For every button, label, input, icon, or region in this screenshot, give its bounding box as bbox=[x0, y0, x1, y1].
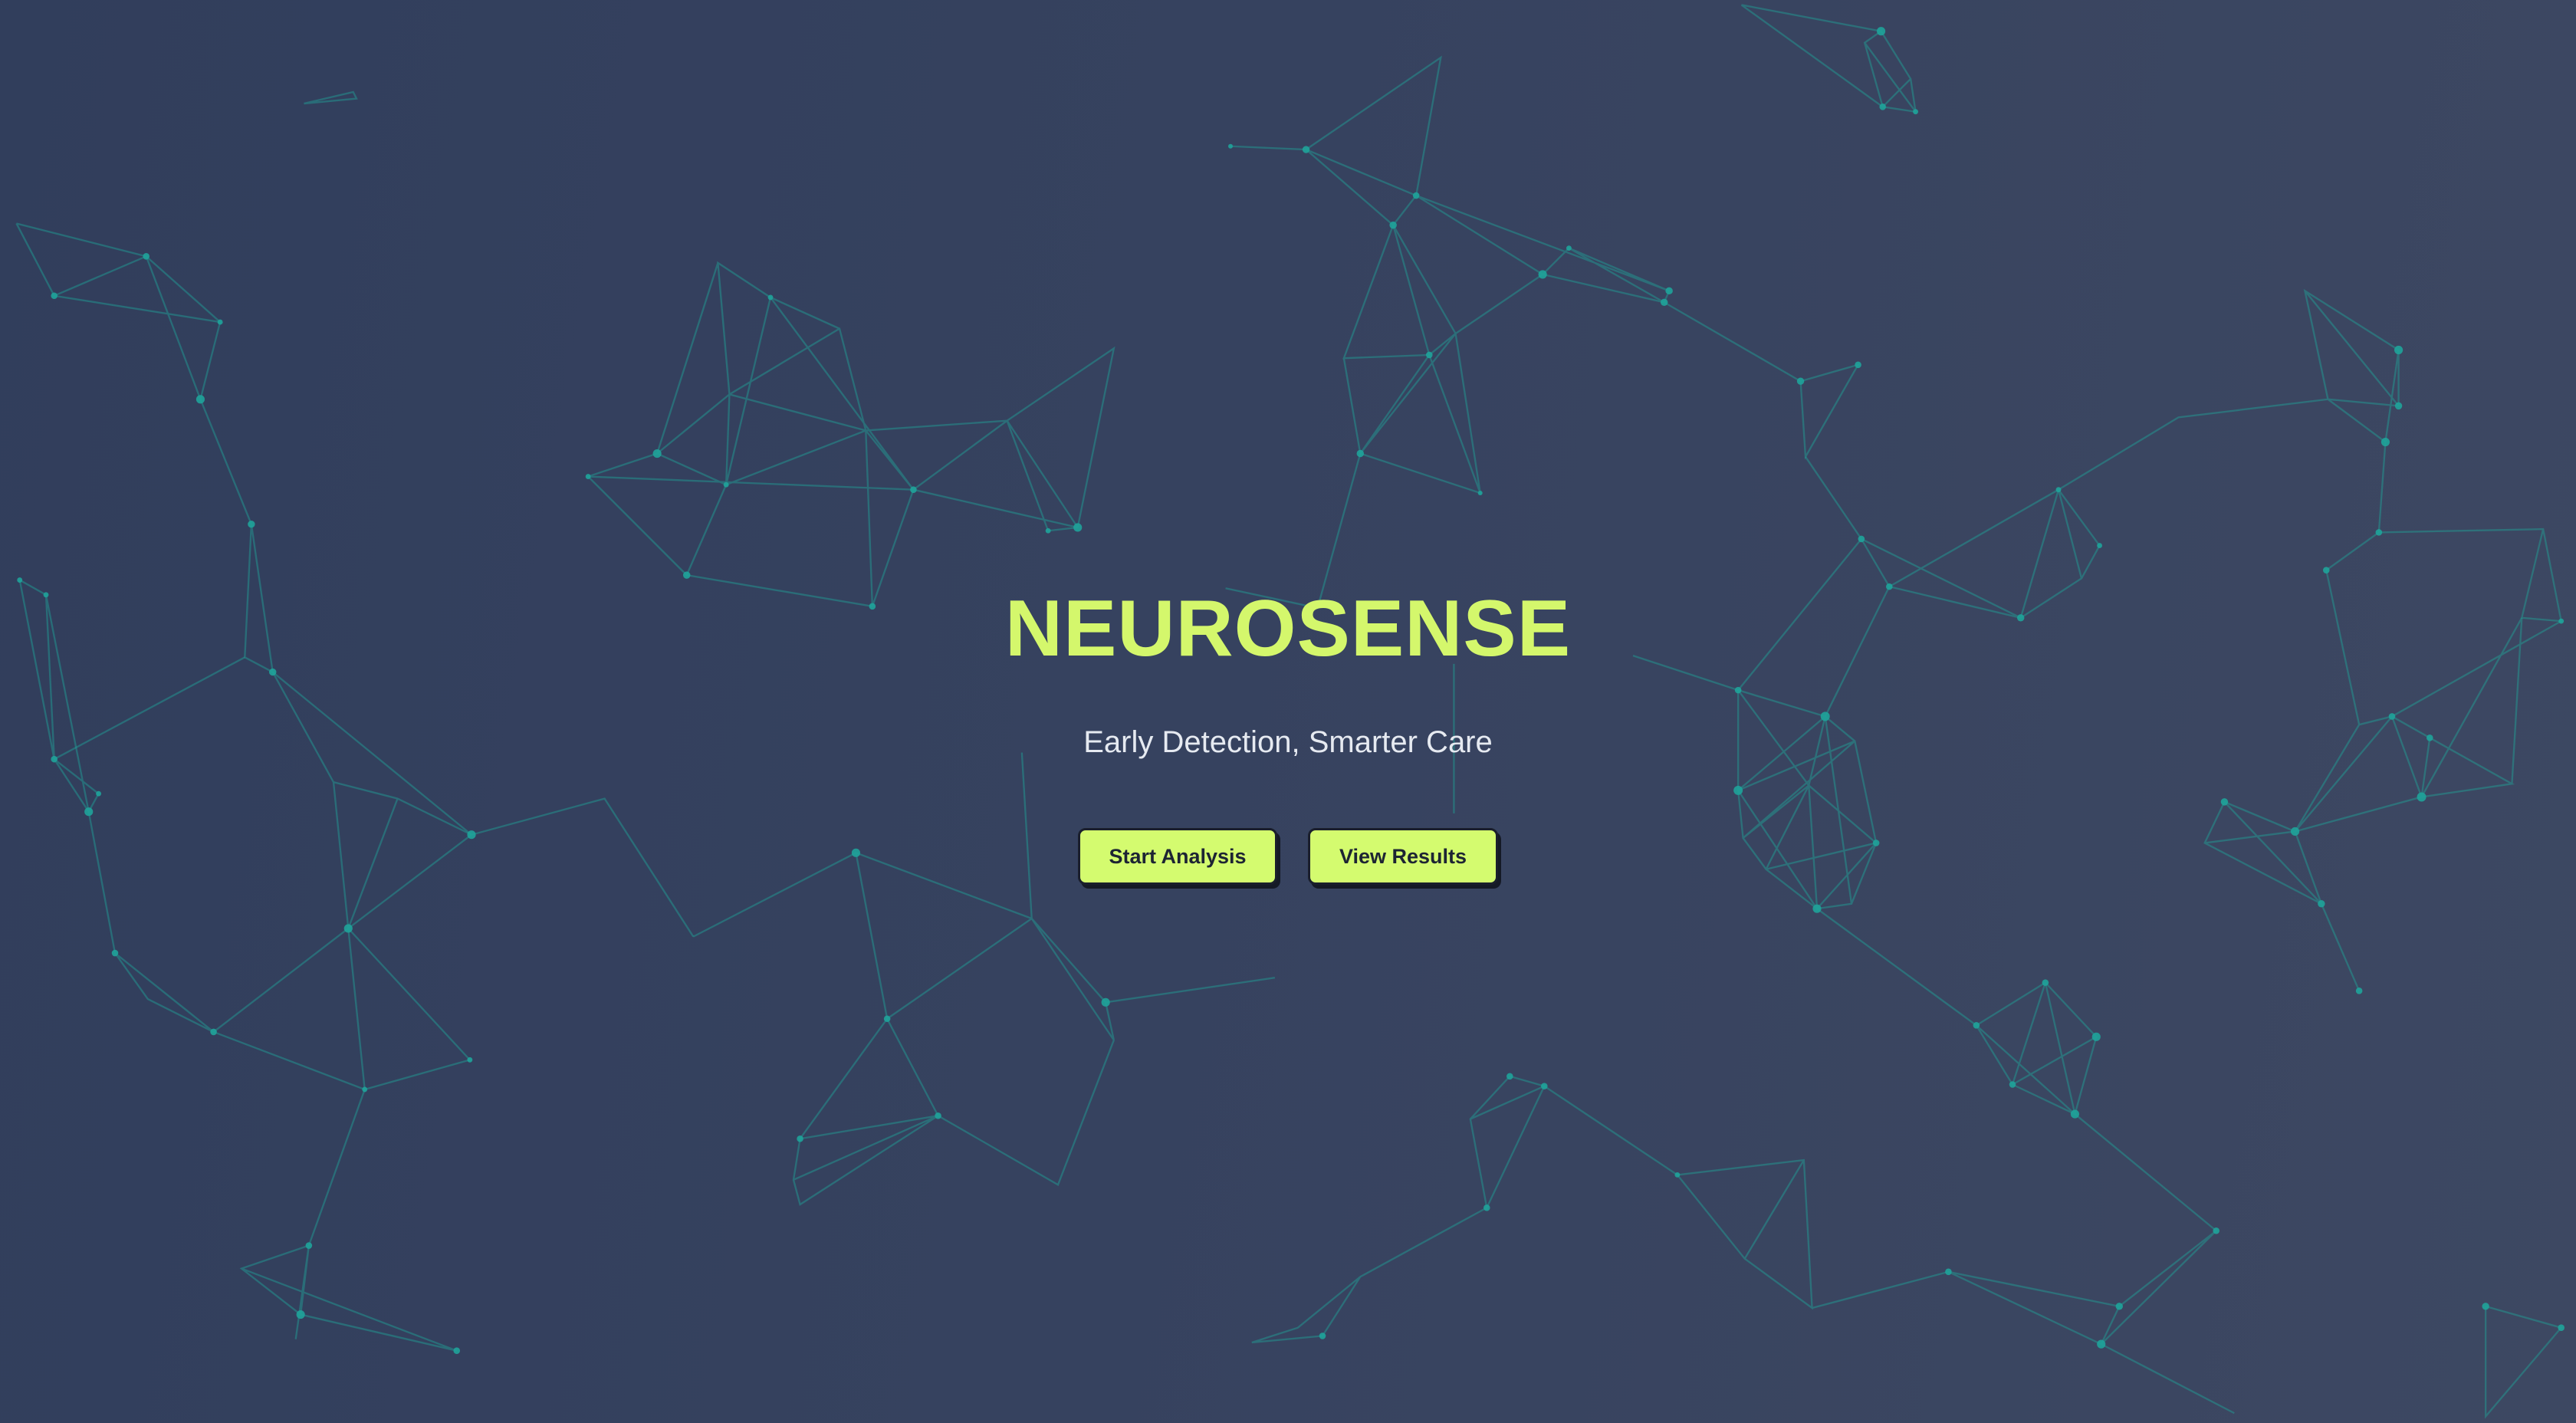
tagline: Early Detection, Smarter Care bbox=[1083, 725, 1493, 759]
start-analysis-button[interactable]: Start Analysis bbox=[1078, 828, 1277, 885]
hero-section: NEUROSENSE Early Detection, Smarter Care… bbox=[0, 0, 2576, 1423]
view-results-button[interactable]: View Results bbox=[1308, 828, 1498, 885]
app-title: NEUROSENSE bbox=[1004, 584, 1572, 673]
